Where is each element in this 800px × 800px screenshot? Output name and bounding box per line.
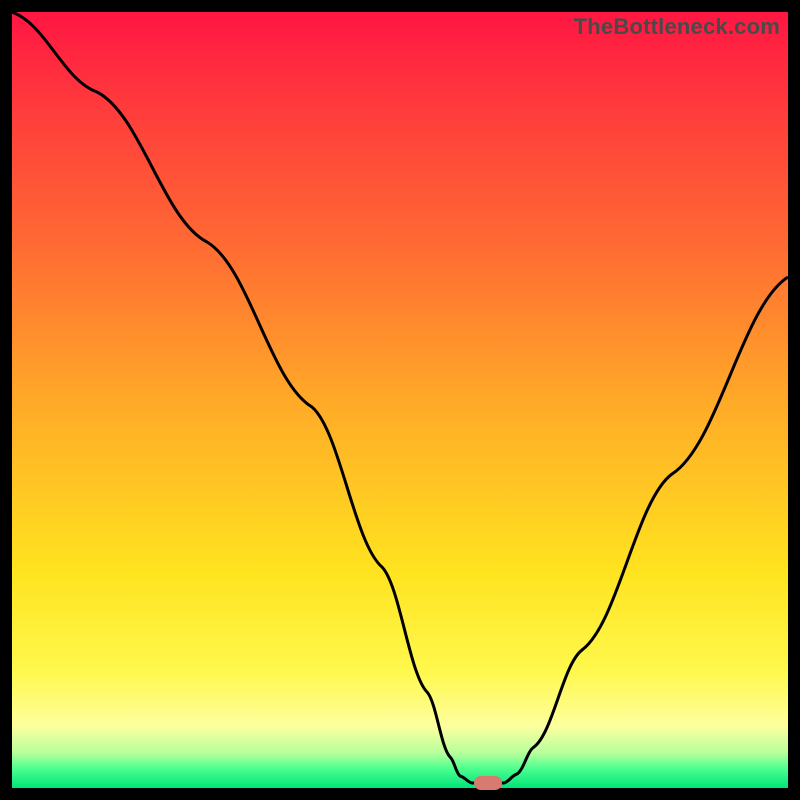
chart-plot-area: TheBottleneck.com <box>12 12 788 788</box>
optimal-marker <box>474 776 502 790</box>
chart-frame: TheBottleneck.com <box>0 0 800 800</box>
bottleneck-curve <box>12 12 788 788</box>
